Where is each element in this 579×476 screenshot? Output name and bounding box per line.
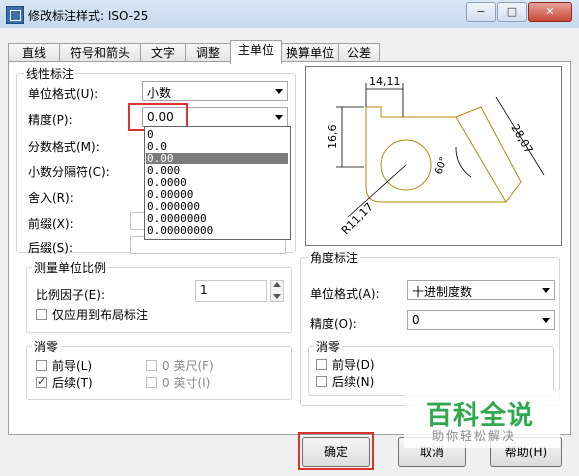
- tab-symbols-arrows[interactable]: 符号和箭头: [59, 43, 141, 63]
- angular-leading-checkbox[interactable]: [316, 359, 327, 370]
- dim-text-angle: 60°: [433, 156, 449, 176]
- preview-pane: 14,11 16,6 28,07 60° R11,17: [305, 66, 562, 246]
- scale-factor-value: 1: [200, 283, 208, 297]
- zero-feet-label: 0 英尺(F): [162, 359, 214, 373]
- angular-precision-label: 精度(O):: [310, 317, 357, 331]
- tab-alternate-units[interactable]: 换算单位: [281, 43, 339, 63]
- scale-factor-input[interactable]: 1: [195, 280, 267, 302]
- angular-unit-format-label: 单位格式(A):: [310, 287, 380, 301]
- trailing-zero-label: 后续(T): [52, 376, 93, 390]
- dim-text-top: 14,11: [369, 75, 401, 88]
- precision-option-selected[interactable]: 0.00: [146, 153, 288, 164]
- ok-button-highlight: [298, 432, 374, 470]
- angular-unit-format-select[interactable]: 十进制度数: [407, 280, 555, 300]
- round-off-label: 舍入(R):: [28, 191, 74, 205]
- suffix-label: 后缀(S):: [28, 241, 74, 255]
- dim-text-right: 28,07: [508, 122, 535, 156]
- window-title: 修改标注样式: ISO-25: [28, 9, 149, 23]
- precision-option[interactable]: 0: [146, 129, 288, 140]
- precision-option[interactable]: 0.00000: [146, 189, 288, 200]
- angular-unit-format-value: 十进制度数: [412, 285, 473, 299]
- preview-drawing: 14,11 16,6 28,07 60° R11,17: [326, 75, 545, 237]
- zero-feet-checkbox[interactable]: [146, 360, 157, 371]
- scale-factor-spinner[interactable]: [270, 280, 284, 302]
- dim-text-left: 16,6: [326, 125, 339, 150]
- leading-zero-checkbox[interactable]: [36, 360, 47, 371]
- unit-format-label: 单位格式(U):: [28, 87, 99, 101]
- spin-up-icon: [273, 282, 281, 287]
- zero-inches-checkbox[interactable]: [146, 377, 157, 388]
- tab-lines[interactable]: 直线: [8, 43, 60, 63]
- layout-only-label: 仅应用到布局标注: [52, 308, 149, 322]
- tab-text[interactable]: 文字: [140, 43, 186, 63]
- unit-format-value: 小数: [147, 86, 172, 100]
- precision-option[interactable]: 0.0000000: [146, 213, 288, 224]
- angular-leading-label: 前导(D): [332, 358, 375, 372]
- chevron-down-icon: [275, 115, 283, 120]
- leading-zero-label: 前导(L): [52, 359, 93, 373]
- preview-part-outline: [365, 106, 507, 203]
- watermark-slogan: 助你轻松解决: [432, 429, 517, 443]
- trailing-zero-checkbox[interactable]: [36, 375, 47, 388]
- linear-group-title: 线性标注: [24, 65, 77, 82]
- angular-trailing-checkbox[interactable]: [316, 376, 327, 387]
- chevron-down-icon: [542, 288, 550, 293]
- angular-trailing-label: 后续(N): [332, 375, 375, 389]
- maximize-button[interactable]: □: [497, 2, 527, 22]
- precision-option[interactable]: 0.00000000: [146, 225, 288, 236]
- minimize-button[interactable]: −: [466, 2, 496, 22]
- unit-format-select[interactable]: 小数: [142, 81, 288, 101]
- angular-zero-title: 消零: [314, 338, 343, 355]
- app-icon: [6, 6, 24, 24]
- angular-precision-value: 0: [412, 313, 420, 327]
- angular-precision-select[interactable]: 0: [407, 310, 555, 330]
- chevron-down-icon: [275, 89, 283, 94]
- tab-tolerances[interactable]: 公差: [338, 43, 380, 63]
- angular-group-title: 角度标注: [308, 249, 361, 266]
- precision-option[interactable]: 0.000: [146, 165, 288, 176]
- fraction-format-label: 分数格式(M):: [28, 140, 100, 154]
- tab-fit[interactable]: 调整: [185, 43, 231, 63]
- scale-group-title: 测量单位比例: [32, 259, 109, 276]
- zero-inches-label: 0 英寸(I): [162, 376, 211, 390]
- precision-option[interactable]: 0.0000: [146, 177, 288, 188]
- dim-arc-angle: [455, 146, 472, 178]
- precision-dropdown-list[interactable]: 0 0.0 0.00 0.000 0.0000 0.00000 0.000000…: [144, 126, 291, 240]
- precision-option[interactable]: 0.000000: [146, 201, 288, 212]
- zero-suppress-title: 消零: [32, 338, 61, 355]
- dim-text-radius: R11,17: [339, 200, 376, 237]
- precision-label: 精度(P):: [28, 113, 73, 127]
- tab-primary-units[interactable]: 主单位: [230, 40, 282, 64]
- spin-down-icon: [273, 294, 281, 299]
- layout-only-checkbox[interactable]: [36, 309, 47, 320]
- precision-option[interactable]: 0.0: [146, 141, 288, 152]
- scale-factor-label: 比例因子(E):: [36, 288, 105, 302]
- chevron-down-icon: [542, 318, 550, 323]
- prefix-label: 前缀(X):: [28, 217, 74, 231]
- decimal-separator-label: 小数分隔符(C):: [28, 165, 110, 179]
- close-button[interactable]: ✕: [528, 2, 572, 22]
